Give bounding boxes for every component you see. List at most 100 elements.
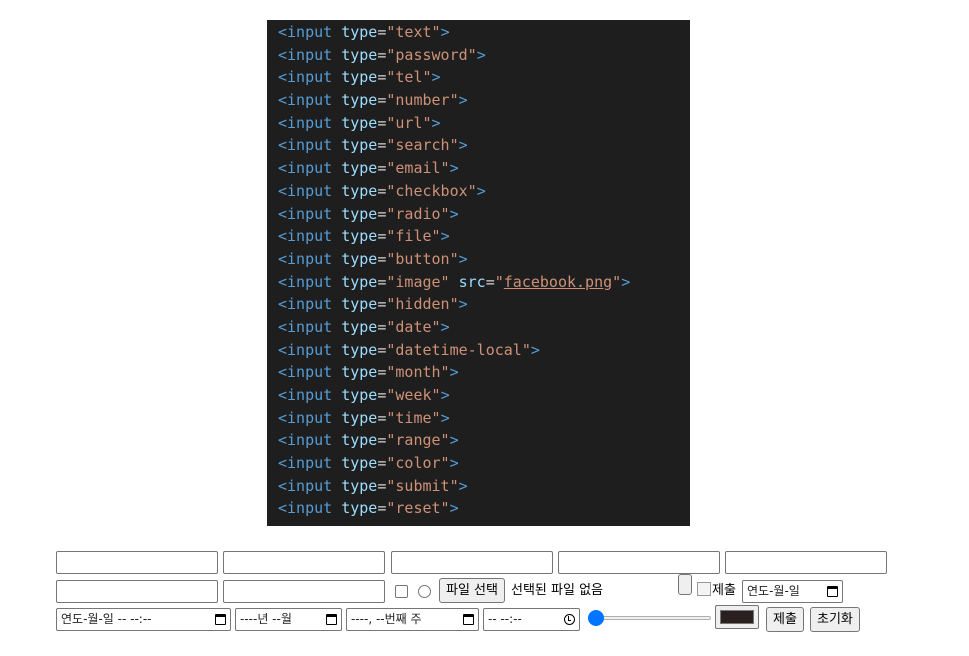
code-token: > <box>476 181 486 200</box>
code-token: type <box>341 91 378 110</box>
file-status-text: 선택된 파일 없음 <box>511 583 603 598</box>
code-token: > <box>621 272 631 291</box>
time-input[interactable]: -- --:-- <box>483 608 580 631</box>
radio-button[interactable] <box>418 585 431 598</box>
code-line: <input type="email"> <box>278 157 690 180</box>
code-token: "hidden" <box>386 295 459 314</box>
code-token: <input <box>278 431 333 450</box>
code-line: <input type="search"> <box>278 134 690 157</box>
code-token: > <box>440 317 450 336</box>
code-token: type <box>341 68 378 87</box>
code-token: type <box>341 159 378 178</box>
code-token: <input <box>278 363 333 382</box>
code-token: <input <box>278 68 333 87</box>
code-token: > <box>458 249 468 268</box>
range-slider[interactable] <box>588 609 711 627</box>
calendar-icon[interactable] <box>827 586 838 597</box>
email-input[interactable] <box>223 580 385 603</box>
checkbox[interactable] <box>395 585 408 598</box>
month-value: ----년 --월 <box>240 612 292 626</box>
code-token: "month" <box>386 363 450 382</box>
code-token: type <box>341 295 378 314</box>
image-submit[interactable]: 제출 <box>697 582 736 599</box>
code-token: <input <box>278 317 333 336</box>
calendar-icon[interactable] <box>326 614 337 625</box>
number-input[interactable] <box>558 551 720 574</box>
password-input[interactable] <box>223 551 385 574</box>
reset-button[interactable]: 초기화 <box>810 607 860 632</box>
code-token: "week" <box>386 386 441 404</box>
code-token: "file" <box>386 227 441 246</box>
code-token: > <box>431 113 441 132</box>
code-token: type <box>341 431 378 450</box>
calendar-icon[interactable] <box>215 614 226 625</box>
code-token: > <box>458 91 468 110</box>
code-token: <input <box>278 45 333 64</box>
code-block: <input type="text"> <input type="password… <box>267 20 690 526</box>
color-picker[interactable] <box>715 605 759 629</box>
code-token: "url" <box>386 113 432 132</box>
code-line: <input type="month"> <box>278 361 690 384</box>
week-input[interactable]: ----, --번째 주 <box>346 608 479 631</box>
code-token: type <box>341 408 378 427</box>
code-token: <input <box>278 295 333 314</box>
code-token: > <box>440 23 450 41</box>
code-token: > <box>458 295 468 314</box>
code-token: "password" <box>386 45 477 64</box>
image-alt-text: 제출 <box>712 583 736 598</box>
calendar-icon[interactable] <box>463 614 474 625</box>
code-line: <input type="image" src="facebook.png"> <box>278 271 690 294</box>
broken-image-icon <box>697 582 711 596</box>
text-input[interactable] <box>56 551 218 574</box>
range-thumb[interactable] <box>588 610 604 626</box>
code-token: > <box>458 136 468 155</box>
code-token: "datetime-local" <box>386 340 531 359</box>
code-token: > <box>440 386 450 404</box>
code-token: > <box>440 408 450 427</box>
code-line: <input type="number"> <box>278 89 690 112</box>
month-input[interactable]: ----년 --월 <box>235 608 342 631</box>
code-token: type <box>341 249 378 268</box>
datetime-value: 연도-월-일 -- --:-- <box>61 612 152 626</box>
code-token: <input <box>278 476 333 495</box>
code-line: <input type="submit"> <box>278 475 690 498</box>
code-token: type <box>341 272 378 291</box>
color-swatch <box>720 610 754 624</box>
tel-input[interactable] <box>391 551 553 574</box>
date-value: 연도-월-일 <box>747 584 800 598</box>
code-link[interactable]: facebook.png <box>504 273 612 291</box>
code-token: <input <box>278 159 333 178</box>
week-value: ----, --번째 주 <box>351 612 422 626</box>
code-line: <input type="range"> <box>278 429 690 452</box>
file-select-button[interactable]: 파일 선택 <box>439 578 505 603</box>
code-token: <input <box>278 272 333 291</box>
code-token: > <box>449 363 459 382</box>
code-token: > <box>449 431 459 450</box>
code-token: > <box>530 340 540 359</box>
code-token: "tel" <box>386 68 432 87</box>
range-track <box>588 616 711 620</box>
code-line: <input type="url"> <box>278 112 690 135</box>
code-line: <input type="button"> <box>278 248 690 271</box>
search-input[interactable] <box>56 580 218 603</box>
code-line: <input type="tel"> <box>278 66 690 89</box>
code-token: "email" <box>386 159 450 178</box>
code-token: "date" <box>386 317 441 336</box>
clock-icon[interactable] <box>564 614 575 625</box>
code-token: <input <box>278 386 333 404</box>
code-token: " <box>494 272 504 291</box>
time-value: -- --:-- <box>488 612 522 626</box>
code-token: "color" <box>386 454 450 473</box>
submit-button[interactable]: 제출 <box>766 607 804 632</box>
code-token: "submit" <box>386 476 459 495</box>
url-input[interactable] <box>725 551 887 574</box>
code-token: type <box>341 45 378 64</box>
plain-button[interactable] <box>678 574 692 595</box>
code-token: <input <box>278 408 333 427</box>
date-input[interactable]: 연도-월-일 <box>742 580 843 603</box>
code-token: type <box>341 23 378 41</box>
code-token: type <box>341 227 378 246</box>
code-token: > <box>449 159 459 178</box>
code-token: <input <box>278 204 333 223</box>
datetime-local-input[interactable]: 연도-월-일 -- --:-- <box>56 608 231 631</box>
